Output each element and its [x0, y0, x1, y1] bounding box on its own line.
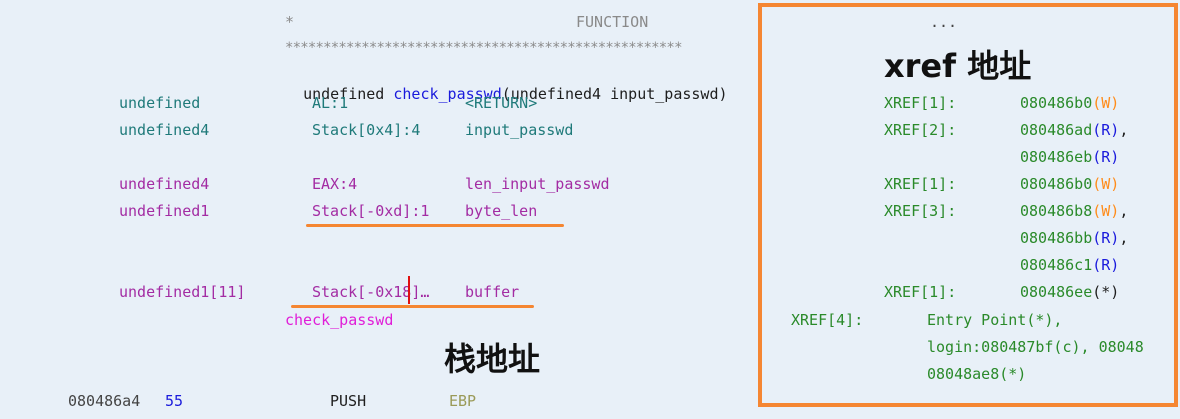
text-cursor [408, 276, 410, 304]
annotation-xref-address: xref 地址 [884, 47, 1032, 85]
instruction-mnemonic[interactable]: PUSH [330, 392, 366, 410]
var-type-input-passwd: undefined4 [119, 121, 210, 139]
var-type-byte-len: undefined1 [119, 202, 210, 220]
var-name-return[interactable]: <RETURN> [465, 94, 537, 112]
separator-stars: ****************************************… [285, 40, 683, 56]
var-storage-return: AL:1 [312, 94, 349, 112]
var-storage-input-passwd: Stack[0x4]:4 [312, 121, 421, 139]
params-close: ) [718, 85, 728, 103]
instruction-bytes: 55 [165, 392, 184, 410]
var-type-return: undefined [119, 94, 201, 112]
function-label-name[interactable]: check_passwd [285, 311, 393, 329]
var-name-len[interactable]: len_input_passwd [465, 175, 610, 193]
var-name-byte-len[interactable]: byte_len [465, 202, 537, 220]
var-type-buffer: undefined1[11] [119, 283, 246, 301]
param-name[interactable]: input_passwd [610, 85, 718, 103]
annotation-stack-address: 栈地址 [444, 340, 541, 378]
var-type-len: undefined4 [119, 175, 210, 193]
var-name-buffer[interactable]: buffer [465, 283, 519, 301]
var-storage-len: EAX:4 [312, 175, 358, 193]
instruction-address[interactable]: 080486a4 [68, 392, 140, 410]
underline-buffer [291, 305, 534, 308]
var-storage-byte-len: Stack[-0xd]:1 [312, 202, 430, 220]
instruction-operand[interactable]: EBP [449, 392, 476, 410]
function-label: FUNCTION [576, 13, 649, 31]
header-star: * [285, 13, 295, 31]
var-name-input-passwd[interactable]: input_passwd [465, 121, 573, 139]
underline-byte-len [306, 224, 564, 227]
var-storage-buffer: Stack[-0x18]… [312, 283, 430, 301]
